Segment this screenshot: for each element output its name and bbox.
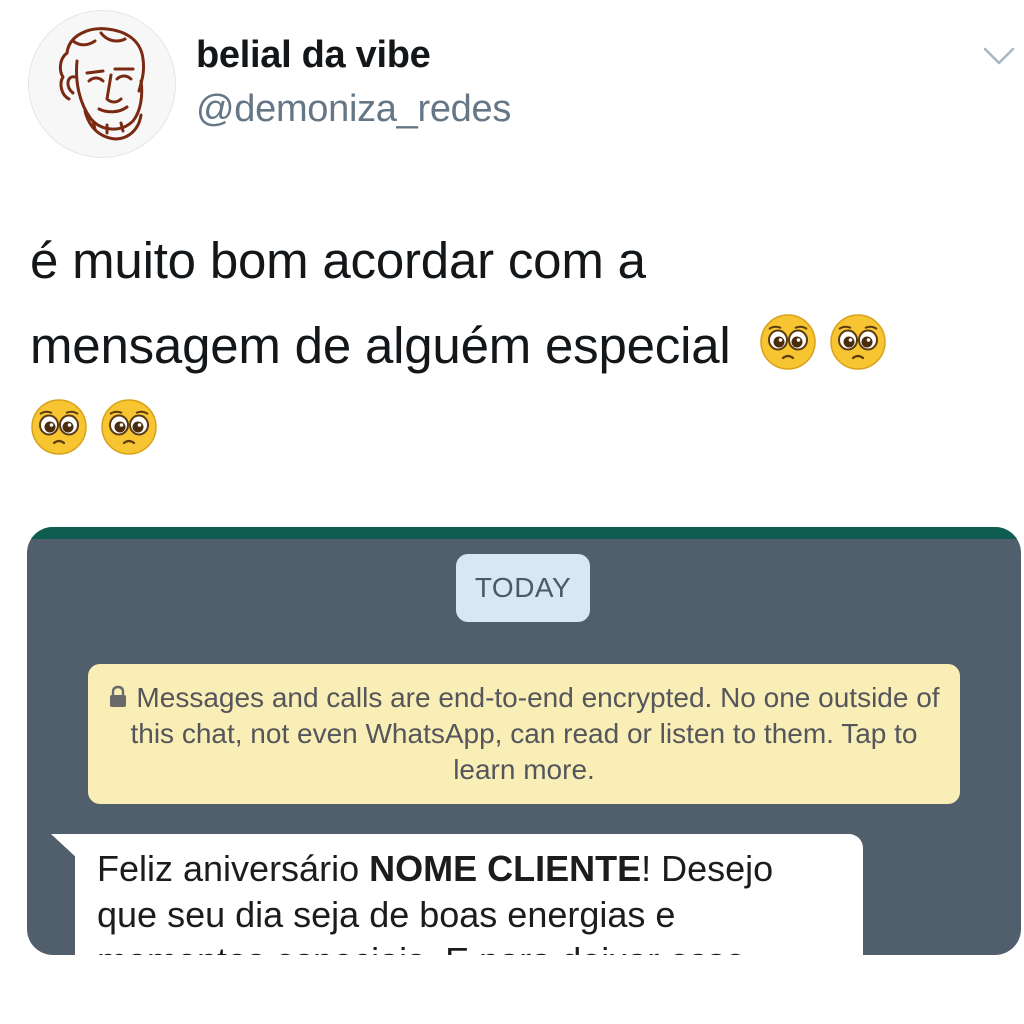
date-chip: TODAY [456,554,590,622]
tweet-screenshot: belial da vibe @demoniza_redes é muito b… [0,0,1024,1024]
author-handle[interactable]: @demoniza_redes [196,88,511,131]
incoming-message-bubble[interactable]: Feliz aniversário NOME CLIENTE! Desejo q… [75,834,863,955]
author-display-name[interactable]: belial da vibe [196,34,431,77]
author-avatar[interactable] [28,10,176,158]
message-text-prefix: Feliz aniversário [97,848,370,889]
sketched-face-avatar-icon [58,27,145,141]
lock-icon [108,685,128,709]
tweet-text-line-2: mensagem de alguém especial [30,317,731,374]
message-text-highlight: NOME CLIENTE [369,848,642,889]
pleading-face-emoji-icon [759,313,817,371]
tweet-text-line-1: é muito bom acordar com a [30,232,646,289]
pleading-face-emoji-icon [100,398,158,456]
whatsapp-header-bar [27,527,1021,539]
pleading-face-emoji-icon [829,313,887,371]
chevron-down-icon[interactable] [982,44,1016,68]
encryption-notice[interactable]: Messages and calls are end-to-end encryp… [88,664,960,804]
encryption-notice-text: Messages and calls are end-to-end encryp… [130,682,940,785]
tweet-text: é muito bom acordar com a mensagem de al… [30,218,990,473]
pleading-face-emoji-icon [30,398,88,456]
whatsapp-chat-screenshot: TODAY Messages and calls are end-to-end … [27,527,1021,955]
